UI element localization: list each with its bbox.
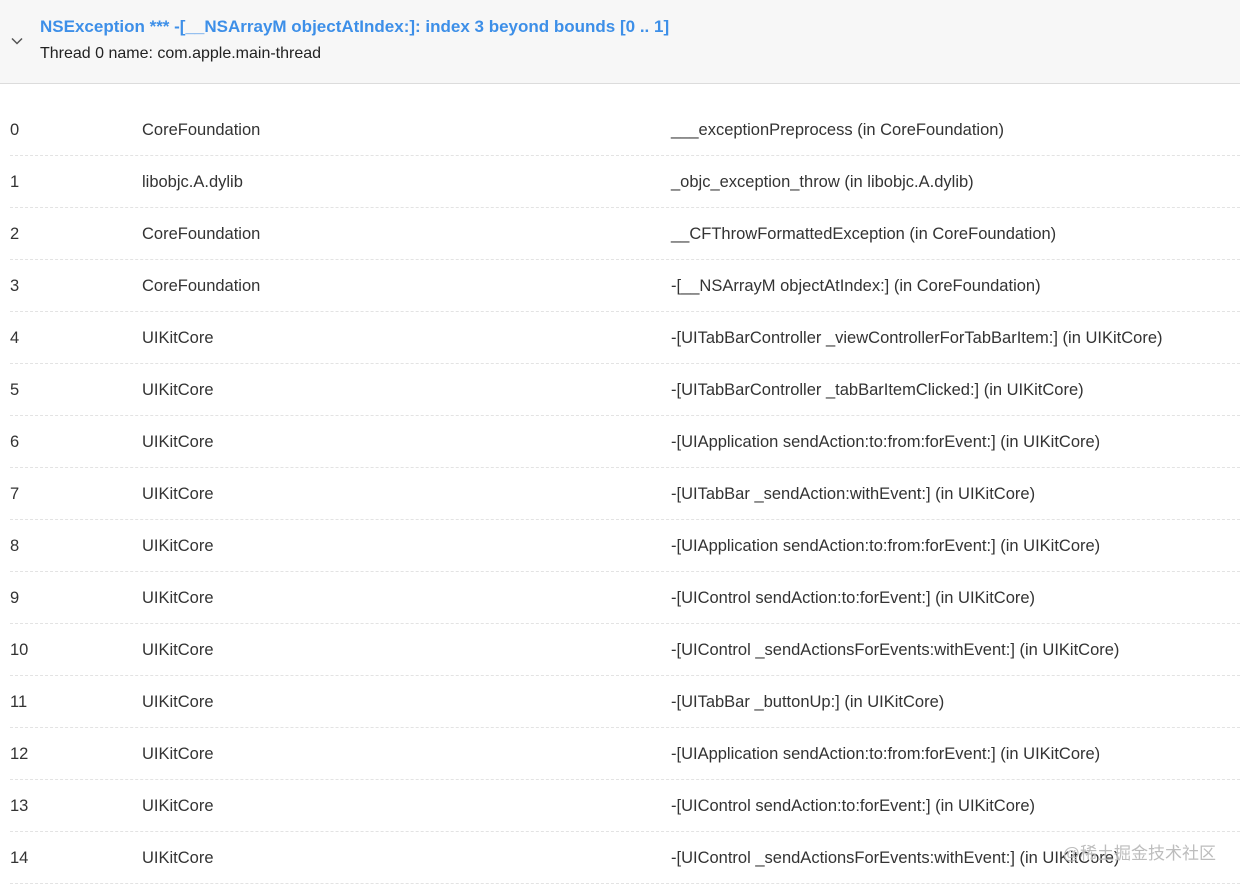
frame-index: 10 (10, 641, 29, 659)
frame-index: 7 (10, 485, 20, 503)
frame-index: 12 (10, 745, 29, 763)
frame-symbol: -[UIApplication sendAction:to:from:forEv… (671, 433, 1101, 451)
chevron-down-icon[interactable] (10, 34, 24, 48)
stack-frames-table: 0 CoreFoundation ___exceptionPreprocess … (10, 104, 1240, 884)
frame-library: UIKitCore (142, 589, 214, 607)
table-row: 11 UIKitCore -[UITabBar _buttonUp:] (in … (10, 676, 1240, 728)
table-row: 1 libobjc.A.dylib _objc_exception_throw … (10, 156, 1240, 208)
frame-library: UIKitCore (142, 433, 214, 451)
frame-index: 2 (10, 225, 20, 243)
table-row: 6 UIKitCore -[UIApplication sendAction:t… (10, 416, 1240, 468)
frame-symbol: -[UIApplication sendAction:to:from:forEv… (671, 745, 1101, 763)
exception-title[interactable]: NSException *** -[__NSArrayM objectAtInd… (40, 17, 669, 37)
frame-index: 8 (10, 537, 20, 555)
frame-index: 4 (10, 329, 20, 347)
frame-symbol: __CFThrowFormattedException (in CoreFoun… (671, 225, 1057, 243)
table-row: 0 CoreFoundation ___exceptionPreprocess … (10, 104, 1240, 156)
frame-library: UIKitCore (142, 745, 214, 763)
frame-library: UIKitCore (142, 485, 214, 503)
frame-symbol: -[UIApplication sendAction:to:from:forEv… (671, 537, 1101, 555)
frame-index: 1 (10, 173, 20, 191)
table-row: 14 UIKitCore -[UIControl _sendActionsFor… (10, 832, 1240, 884)
table-row: 13 UIKitCore -[UIControl sendAction:to:f… (10, 780, 1240, 832)
frame-index: 6 (10, 433, 20, 451)
table-row: 12 UIKitCore -[UIApplication sendAction:… (10, 728, 1240, 780)
frame-library: UIKitCore (142, 381, 214, 399)
frame-index: 13 (10, 797, 29, 815)
frame-symbol: -[__NSArrayM objectAtIndex:] (in CoreFou… (671, 277, 1041, 295)
frame-library: CoreFoundation (142, 277, 261, 295)
frame-index: 0 (10, 121, 20, 139)
frame-library: UIKitCore (142, 537, 214, 555)
frame-symbol: ___exceptionPreprocess (in CoreFoundatio… (671, 121, 1004, 139)
frame-symbol: -[UIControl _sendActionsForEvents:withEv… (671, 849, 1120, 867)
table-row: 8 UIKitCore -[UIApplication sendAction:t… (10, 520, 1240, 572)
frame-symbol: -[UITabBarController _viewControllerForT… (671, 329, 1163, 347)
table-row: 3 CoreFoundation -[__NSArrayM objectAtIn… (10, 260, 1240, 312)
frame-index: 11 (10, 693, 28, 711)
table-row: 7 UIKitCore -[UITabBar _sendAction:withE… (10, 468, 1240, 520)
watermark: @稀土掘金技术社区 (1062, 844, 1216, 863)
frame-library: libobjc.A.dylib (142, 173, 243, 191)
frame-symbol: _objc_exception_throw (in libobjc.A.dyli… (671, 173, 974, 191)
frame-library: CoreFoundation (142, 225, 261, 243)
frame-symbol: -[UITabBar _buttonUp:] (in UIKitCore) (671, 693, 945, 711)
frame-index: 9 (10, 589, 20, 607)
frame-library: UIKitCore (142, 797, 214, 815)
frame-index: 5 (10, 381, 20, 399)
frame-library: UIKitCore (142, 849, 214, 867)
thread-name: Thread 0 name: com.apple.main-thread (40, 45, 322, 62)
frame-index: 3 (10, 277, 20, 295)
frame-symbol: -[UITabBar _sendAction:withEvent:] (in U… (671, 485, 1036, 503)
frame-symbol: -[UIControl sendAction:to:forEvent:] (in… (671, 589, 1036, 607)
frame-library: UIKitCore (142, 641, 214, 659)
exception-header: NSException *** -[__NSArrayM objectAtInd… (0, 0, 1240, 84)
frame-library: UIKitCore (142, 693, 214, 711)
frame-library: UIKitCore (142, 329, 214, 347)
table-row: 5 UIKitCore -[UITabBarController _tabBar… (10, 364, 1240, 416)
frame-library: CoreFoundation (142, 121, 261, 139)
table-row: 4 UIKitCore -[UITabBarController _viewCo… (10, 312, 1240, 364)
table-row: 2 CoreFoundation __CFThrowFormattedExcep… (10, 208, 1240, 260)
frame-symbol: -[UIControl _sendActionsForEvents:withEv… (671, 641, 1120, 659)
table-row: 9 UIKitCore -[UIControl sendAction:to:fo… (10, 572, 1240, 624)
frame-symbol: -[UIControl sendAction:to:forEvent:] (in… (671, 797, 1036, 815)
frame-symbol: -[UITabBarController _tabBarItemClicked:… (671, 381, 1084, 399)
frame-index: 14 (10, 849, 29, 867)
table-row: 10 UIKitCore -[UIControl _sendActionsFor… (10, 624, 1240, 676)
